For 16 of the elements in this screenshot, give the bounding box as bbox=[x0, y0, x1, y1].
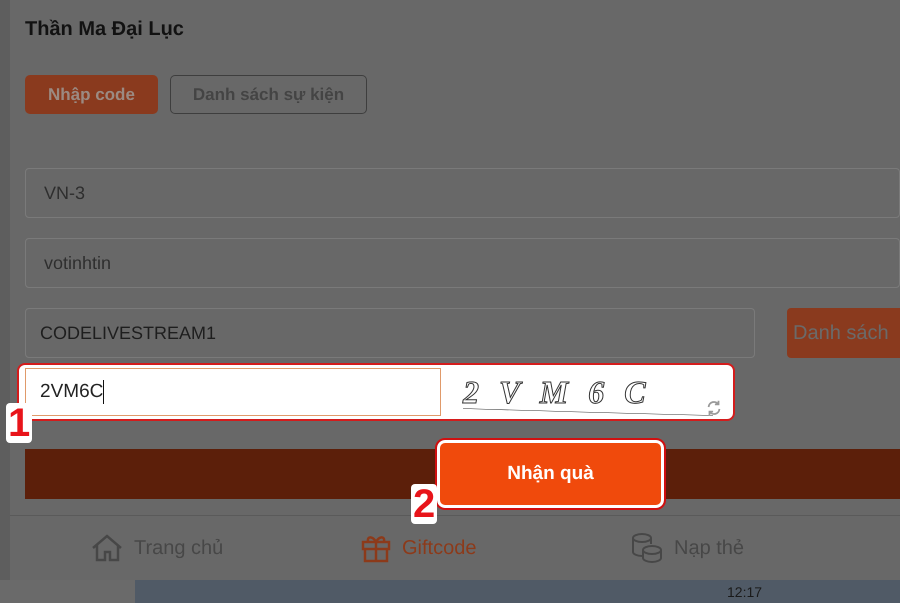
list-button[interactable]: Danh sách bbox=[787, 308, 900, 358]
tab[interactable]: Nhập code bbox=[25, 75, 158, 114]
input-field[interactable]: CODELIVESTREAM1 bbox=[25, 308, 755, 358]
step-number: 1 bbox=[6, 403, 32, 443]
nav-item[interactable]: Giftcode bbox=[360, 533, 630, 563]
home-icon bbox=[90, 533, 124, 563]
app-title: Thần Ma Đại Lục bbox=[25, 17, 185, 42]
select-field[interactable]: VN-3 bbox=[25, 168, 900, 218]
submit-button[interactable]: Nhận quà bbox=[437, 440, 664, 508]
coins-icon bbox=[630, 532, 664, 564]
clock: 12:17 bbox=[727, 584, 762, 600]
captcha-input-field[interactable]: 2VM6C bbox=[25, 368, 441, 416]
refresh-icon[interactable] bbox=[705, 399, 723, 417]
gift-icon bbox=[360, 533, 392, 563]
select-field[interactable]: votinhtin bbox=[25, 238, 900, 288]
step-number: 2 bbox=[411, 484, 438, 524]
